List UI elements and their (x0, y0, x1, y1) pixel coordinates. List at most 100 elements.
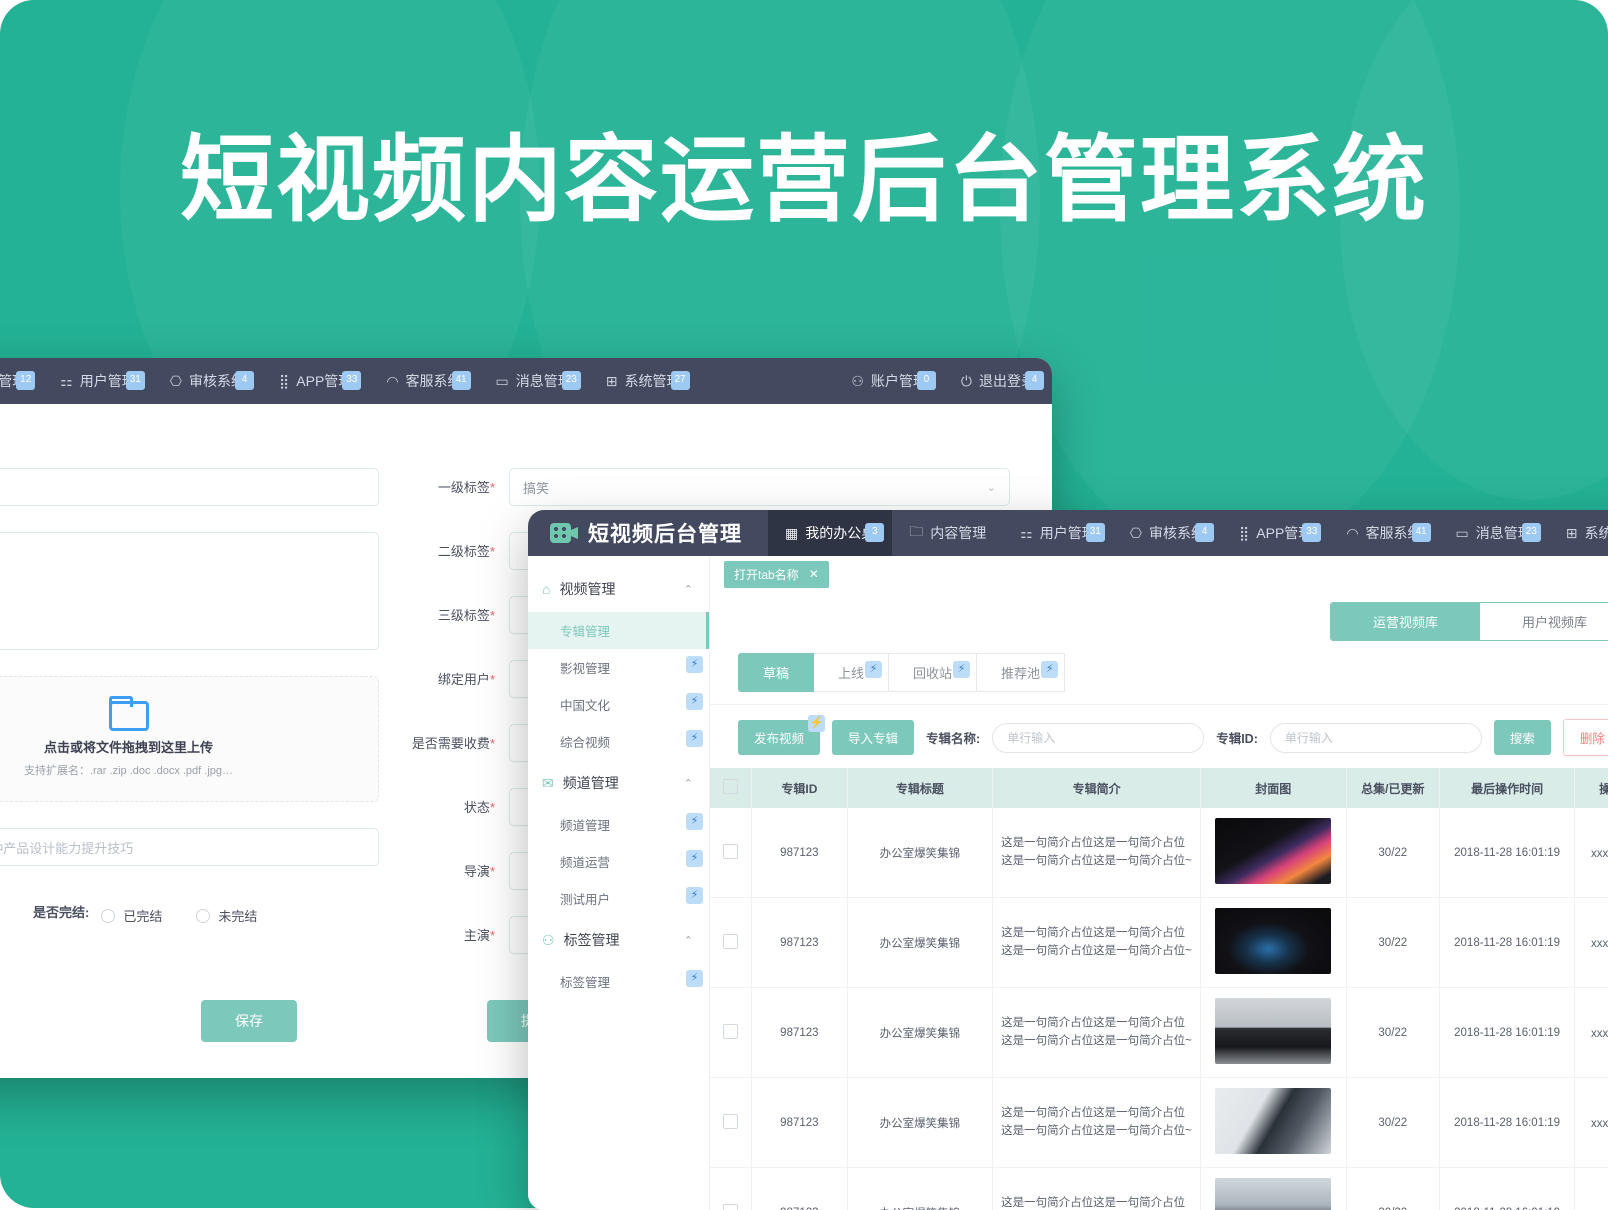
laptop-rainbow-thumb[interactable] (1215, 818, 1331, 884)
nav-item-content[interactable]: 🗀 内容管理 12 (0, 358, 43, 404)
radio-dot-icon (196, 909, 210, 923)
status-tab-recycle[interactable]: 回收站 ⚡ (889, 653, 977, 692)
nav-item-support[interactable]: ◠ 客服系统 41 (369, 358, 478, 404)
nav-item-content[interactable]: 🗀 内容管理 (892, 510, 1003, 556)
select-all-checkbox[interactable] (723, 779, 738, 794)
stamp-icon: ⎔ (1130, 525, 1142, 542)
sidebar-item-test-user[interactable]: 测试用户 ⚡ (528, 880, 709, 917)
nav-badge: 4 (1025, 371, 1044, 390)
nav-item-message[interactable]: ▭ 消息管理 23 (1439, 510, 1549, 556)
sidebar-item-general-video[interactable]: 综合视频 ⚡ (528, 723, 709, 760)
sidebar-item-film-mgmt[interactable]: 影视管理 ⚡ (528, 649, 709, 686)
col-select[interactable] (710, 768, 752, 808)
field-label: 导演* (405, 852, 509, 880)
cell-album-desc: 这是一句简介占位这是一句简介占位这是一句简介占位这是一句简介占位~ (993, 1168, 1201, 1210)
nav-item-my-desk[interactable]: ▦ 我的办公桌 3 (768, 510, 892, 556)
segment-user-library[interactable]: 用户视频库 (1480, 603, 1608, 640)
album-id-input[interactable]: 单行输入 (1270, 723, 1482, 753)
field-label: 绑定用户* (405, 660, 509, 688)
album-name-input[interactable]: 单行输入 (992, 723, 1204, 753)
row-checkbox[interactable] (723, 1114, 738, 1129)
nav-item-users[interactable]: ⚏ 用户管理 31 (43, 358, 153, 404)
search-button[interactable]: 搜索 (1494, 720, 1551, 755)
nav-item-users[interactable]: ⚏ 用户管理 31 (1003, 510, 1113, 556)
album-intro-textarea[interactable]: 200字内… (0, 532, 379, 650)
keyword-input[interactable]: 行业资讯增加的4种产品设计能力提升技巧 (0, 828, 379, 866)
row-checkbox[interactable] (723, 844, 738, 859)
close-icon[interactable]: ✕ (809, 567, 819, 581)
import-album-button[interactable]: 导入专辑 (832, 720, 914, 755)
library-switch: 运营视频库 用户视频库 ⚡ (1330, 602, 1608, 641)
status-tab-draft[interactable]: 草稿 (738, 653, 814, 692)
sidebar-group-video[interactable]: ⌂ 视频管理 ⌃ (528, 566, 709, 612)
status-tab-online[interactable]: 上线 ⚡ (814, 653, 889, 692)
nav-item-logout[interactable]: ⏻ 退出登录 4 (944, 358, 1052, 404)
nav-item-message[interactable]: ▭ 消息管理 23 (479, 358, 589, 404)
row-checkbox[interactable] (723, 934, 738, 949)
save-button[interactable]: 保存 (201, 1000, 297, 1042)
sidebar-item-chinese-culture[interactable]: 中国文化 ⚡ (528, 686, 709, 723)
page-title: 短视频内容运营后台管理系统 (0, 128, 1608, 231)
nav-item-system[interactable]: ⊞ 系统管理 (1549, 510, 1608, 556)
cover-upload-dropzone[interactable]: 点击或将文件拖拽到这里上传 支持扩展名：.rar .zip .doc .docx… (0, 676, 379, 802)
radio-unfinished[interactable]: 未完结 (196, 906, 257, 925)
chevron-up-icon: ⌃ (684, 934, 693, 947)
silver-sedan-thumb[interactable] (1215, 1178, 1331, 1210)
publish-video-button[interactable]: 发布视频 ⚡ (738, 720, 820, 755)
message-icon: ▭ (496, 373, 509, 390)
row-select-cell[interactable] (710, 988, 752, 1078)
sidebar-item-album-mgmt[interactable]: 专辑管理 (528, 612, 709, 649)
segment-operations-library[interactable]: 运营视频库 (1331, 603, 1480, 640)
nav-item-app[interactable]: ⣿ APP管理 33 (1222, 510, 1329, 556)
row-checkbox[interactable] (723, 1024, 738, 1039)
row-select-cell[interactable] (710, 1078, 752, 1168)
cell-operation[interactable]: xxx查看 (1575, 1168, 1608, 1210)
radio-dot-icon (101, 909, 115, 923)
nav-item-audit[interactable]: ⎔ 审核系统 4 (153, 358, 262, 404)
nav-item-system[interactable]: ⊞ 系统管理 27 (589, 358, 698, 404)
status-tab-recommend[interactable]: 推荐池 ⚡ (977, 653, 1065, 692)
cell-operation[interactable]: xxx查看 (1575, 808, 1608, 898)
cell-operation[interactable]: xxx查看 (1575, 1078, 1608, 1168)
black-sportscar-thumb[interactable] (1215, 998, 1331, 1064)
album-id-label: 专辑ID: (1216, 728, 1258, 747)
cell-operation[interactable]: xxx查看 (1575, 988, 1608, 1078)
sidebar-item-channel-mgmt[interactable]: 频道管理 ⚡ (528, 806, 709, 843)
album-title-input[interactable]: 输入标题… (0, 468, 379, 506)
nav-badge: 41 (1412, 523, 1431, 542)
row-checkbox[interactable] (723, 1204, 738, 1210)
nav-item-audit[interactable]: ⎔ 审核系统 4 (1113, 510, 1222, 556)
nav-badge: 12 (16, 371, 35, 390)
office-desk-thumb[interactable] (1215, 1088, 1331, 1154)
delete-button[interactable]: 删除 (1563, 719, 1608, 756)
sidebar-item-channel-ops[interactable]: 频道运营 ⚡ (528, 843, 709, 880)
nav-item-account[interactable]: ⚇ 账户管理 0 (834, 358, 944, 404)
dark-poster-thumb[interactable] (1215, 908, 1331, 974)
table-row[interactable]: 987123 办公室爆笑集锦 这是一句简介占位这是一句简介占位这是一句简介占位这… (710, 988, 1608, 1078)
form-left-column: 专辑标题* 输入标题… 专辑简介* 200字内… 封面上传* 点击或将文件拖拽到… (0, 468, 379, 1078)
table-row[interactable]: 987123 办公室爆笑集锦 这是一句简介占位这是一句简介占位这是一句简介占位这… (710, 808, 1608, 898)
cell-last-time: 2018-11-28 16:01:19 (1440, 1168, 1575, 1210)
cell-album-id: 987123 (752, 988, 848, 1078)
nav-item-support[interactable]: ◠ 客服系统 41 (1329, 510, 1438, 556)
sidebar-group-channel[interactable]: ✉ 频道管理 ⌃ (528, 760, 709, 806)
chevron-down-icon: ⌄ (987, 481, 996, 494)
field-label: 状态* (405, 788, 509, 816)
row-select-cell[interactable] (710, 1168, 752, 1210)
table-row[interactable]: 987123 办公室爆笑集锦 这是一句简介占位这是一句简介占位这是一句简介占位这… (710, 1078, 1608, 1168)
nav-right-group: ⚇ 账户管理 0 ⏻ 退出登录 4 (834, 358, 1052, 404)
folder-upload-icon (109, 701, 149, 731)
table-row[interactable]: 987123 办公室爆笑集锦 这是一句简介占位这是一句简介占位这是一句简介占位这… (710, 1168, 1608, 1210)
open-tab-chip[interactable]: 打开tab名称 ✕ (724, 561, 829, 588)
cell-operation[interactable]: xxx查看 (1575, 898, 1608, 988)
radio-finished[interactable]: 已完结 (101, 906, 162, 925)
sidebar-group-tag[interactable]: ⚇ 标签管理 ⌃ (528, 917, 709, 963)
tag-level1-select[interactable]: 搞笑 ⌄ (509, 468, 1010, 506)
nav-item-app[interactable]: ⣿ APP管理 33 (262, 358, 369, 404)
cell-album-desc: 这是一句简介占位这是一句简介占位这是一句简介占位这是一句简介占位~ (993, 808, 1201, 898)
row-select-cell[interactable] (710, 808, 752, 898)
sidebar-item-tag-mgmt[interactable]: 标签管理 ⚡ (528, 963, 709, 1000)
row-select-cell[interactable] (710, 898, 752, 988)
table-row[interactable]: 987123 办公室爆笑集锦 这是一句简介占位这是一句简介占位这是一句简介占位这… (710, 898, 1608, 988)
field-cover-upload: 封面上传* 点击或将文件拖拽到这里上传 支持扩展名：.rar .zip .doc… (0, 676, 379, 802)
